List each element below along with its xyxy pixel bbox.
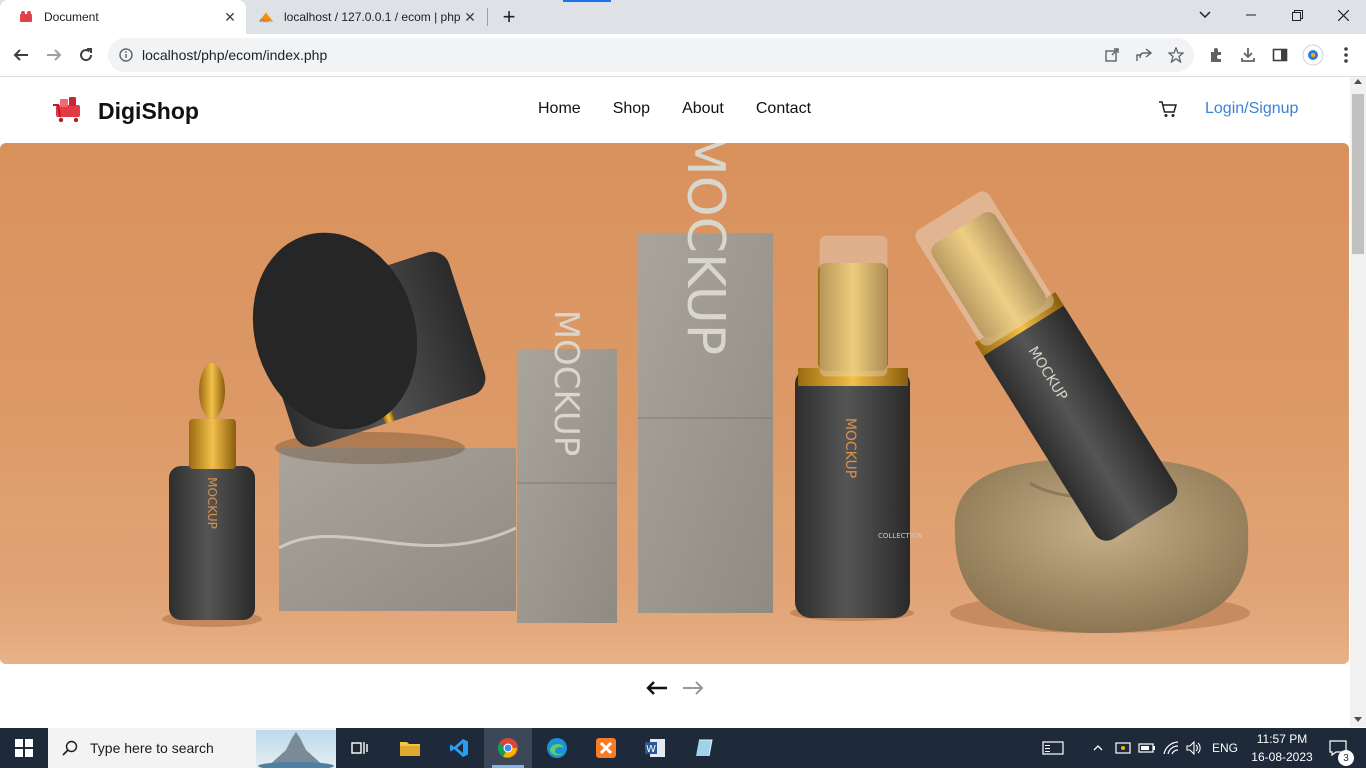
nav-shop[interactable]: Shop [613, 100, 650, 118]
language-indicator[interactable]: ENG [1212, 741, 1238, 755]
clock-time[interactable]: 11:57 PM [1253, 732, 1311, 746]
svg-text:PMA: PMA [260, 18, 270, 24]
edge-icon[interactable] [533, 728, 581, 768]
nav-contact[interactable]: Contact [756, 100, 811, 118]
file-explorer-icon[interactable] [386, 728, 434, 768]
search-highlight-image [256, 730, 336, 770]
profile-avatar-icon[interactable] [1298, 40, 1328, 70]
carousel-next-arrow-icon[interactable] [682, 681, 704, 700]
browser-menu-icon[interactable] [1331, 40, 1361, 70]
search-placeholder: Type here to search [90, 740, 214, 756]
new-tab-icon[interactable]: + [496, 4, 522, 30]
tab-title: localhost / 127.0.0.1 / ecom | php [284, 10, 460, 24]
tab-phpmyadmin[interactable]: PMA localhost / 127.0.0.1 / ecom | php ✕ [248, 0, 486, 34]
vscode-icon[interactable] [435, 728, 483, 768]
site-header: DigiShop Home Shop About Contact Login/S… [0, 77, 1350, 143]
wifi-icon[interactable] [1160, 728, 1182, 768]
svg-text:W: W [646, 744, 656, 755]
nav-home[interactable]: Home [538, 100, 581, 118]
carousel-nav [646, 681, 704, 700]
security-tray-icon[interactable] [1112, 728, 1134, 768]
tray-overflow-icon[interactable] [1088, 728, 1108, 768]
extensions-icon[interactable] [1201, 40, 1231, 70]
brand[interactable]: DigiShop [52, 95, 199, 128]
carousel-prev-arrow-icon[interactable] [646, 681, 668, 700]
brand-logo-icon [52, 95, 84, 128]
bottle-label-text: MOCKUP [205, 477, 219, 529]
taskbar-search-box[interactable]: Type here to search [48, 728, 336, 770]
address-bar[interactable]: localhost/php/ecom/index.php [108, 38, 1194, 72]
scroll-up-arrow-icon[interactable] [1354, 79, 1362, 84]
notification-count-badge: 3 [1338, 750, 1354, 766]
forward-icon[interactable] [39, 40, 69, 70]
address-url: localhost/php/ecom/index.php [142, 47, 328, 63]
brand-name: DigiShop [98, 98, 199, 124]
notepad-icon[interactable] [680, 728, 728, 768]
nav-about[interactable]: About [682, 100, 724, 118]
search-icon [62, 740, 78, 756]
spray-label-text: MOCKUP [842, 418, 858, 478]
minimize-icon[interactable] [1228, 0, 1274, 30]
word-icon[interactable]: W [631, 728, 679, 768]
hero-carousel-image: MOCKUP MOCKUP MOCKUP MOCKUP COLLECTION M… [0, 143, 1349, 664]
login-signup-link[interactable]: Login/Signup [1205, 100, 1298, 118]
box-label-text: MOCKUP [546, 310, 586, 457]
cosmetics-mockup-illustration: MOCKUP MOCKUP MOCKUP MOCKUP COLLECTION M… [0, 143, 1349, 664]
tab-title: Document [44, 10, 99, 24]
tablet-mode-icon[interactable] [1030, 728, 1076, 768]
bookmark-star-icon[interactable] [1160, 39, 1192, 71]
chrome-icon[interactable] [484, 728, 532, 768]
clock-date[interactable]: 16-08-2023 [1248, 750, 1316, 764]
spray-collection-text: COLLECTION [878, 532, 923, 540]
digishop-favicon [18, 9, 34, 25]
tab-document[interactable]: Document ✕ [0, 0, 246, 34]
browser-toolbar: localhost/php/ecom/index.php [0, 34, 1366, 77]
scrollbar-thumb[interactable] [1352, 94, 1364, 254]
tab-divider [487, 8, 488, 26]
volume-icon[interactable] [1183, 728, 1205, 768]
open-in-app-icon[interactable] [1096, 39, 1128, 71]
reload-icon[interactable] [71, 40, 101, 70]
main-nav: Home Shop About Contact [538, 100, 811, 118]
phpmyadmin-favicon: PMA [258, 9, 274, 25]
cart-icon[interactable] [1158, 100, 1180, 120]
site-info-icon[interactable] [118, 47, 134, 63]
tab-search-chevron-icon[interactable] [1182, 0, 1228, 30]
tab-close-icon[interactable]: ✕ [220, 7, 240, 27]
tall-box-label-text: MOCKUP [675, 143, 735, 355]
windows-taskbar: Type here to search W ENG 11:57 PM 16-08… [0, 728, 1366, 770]
back-icon[interactable] [6, 40, 36, 70]
xampp-icon[interactable] [582, 728, 630, 768]
share-icon[interactable] [1128, 39, 1160, 71]
windows-start-icon[interactable] [0, 728, 48, 768]
downloads-icon[interactable] [1233, 40, 1263, 70]
web-page: DigiShop Home Shop About Contact Login/S… [0, 77, 1350, 727]
browser-tab-strip: Document ✕ PMA localhost / 127.0.0.1 / e… [0, 0, 1366, 34]
scroll-down-arrow-icon[interactable] [1354, 717, 1362, 722]
notification-center-icon[interactable]: 3 [1318, 728, 1358, 768]
task-view-icon[interactable] [336, 728, 384, 768]
tab-highlight [563, 0, 611, 2]
side-panel-icon[interactable] [1265, 40, 1295, 70]
tab-close-icon[interactable]: ✕ [460, 7, 480, 27]
close-window-icon[interactable] [1320, 0, 1366, 30]
battery-icon[interactable] [1136, 728, 1158, 768]
restore-icon[interactable] [1274, 0, 1320, 30]
